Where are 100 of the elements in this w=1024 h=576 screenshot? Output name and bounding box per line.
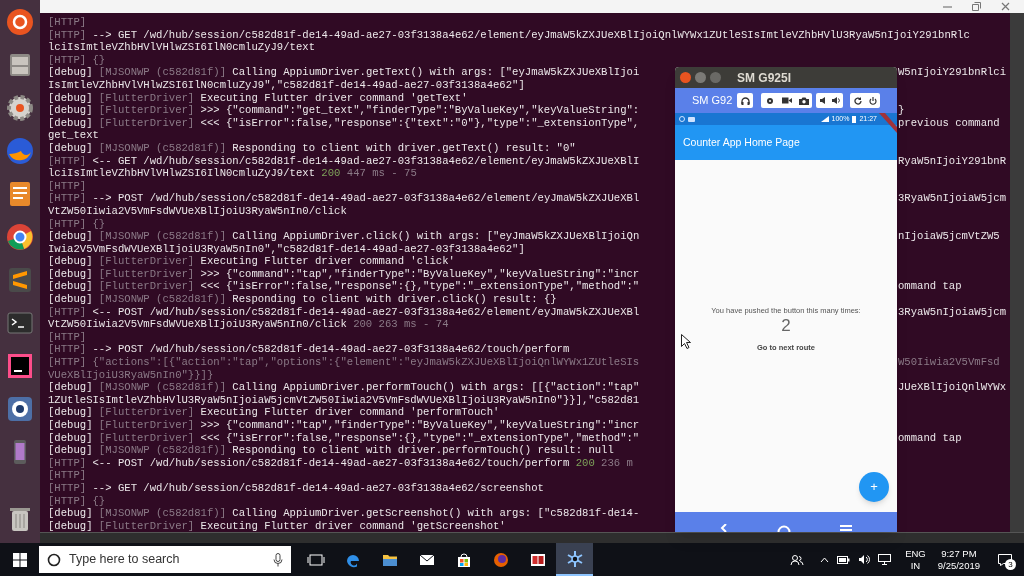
search-icon — [47, 552, 61, 567]
log-line: [debug] [MJSONWP (c582d81f)] Calling AppiumDriver.performTouch() with args: [[{"action":"tap" — [48, 381, 640, 394]
start-icon[interactable] — [13, 552, 27, 567]
scrollbar[interactable] — [1010, 13, 1024, 532]
log-line: [HTTP] --> GET /wd/hub/session/c582d81f-de14-49ad-ae27-03f3138a4e62/screenshot — [48, 481, 544, 494]
log-line: [HTTP] --> GET /wd/hub/session/c582d81f-de14-49ad-ae27-03f3138a4e62/element/eyJmaW5kZXJUeXBlIjoiQnlWYWx1ZUtleSIsImtleVZhbHVlU3RyaW5nIjoiY291bnRlc — [48, 28, 970, 41]
log-line: [HTTP] {} — [48, 494, 106, 507]
clock-time[interactable]: 9:27 PM — [941, 547, 977, 560]
log-line: lciIsImtleVZhbHVlVHlwZSI6IlN0cmluZyJ9/text — [48, 41, 315, 54]
debug-ribbon-icon — [879, 113, 897, 133]
log-line: [HTTP] <-- POST /wd/hub/session/c582d81f-de14-49ad-ae27-03f3138a4e62/touch/perform 200 236 m — [48, 456, 633, 469]
power-icon — [868, 96, 877, 105]
microphone-icon[interactable] — [273, 552, 283, 567]
device-label: SM G92 — [692, 93, 733, 109]
volume-icon — [831, 97, 841, 104]
log-line-fragment: previous command — [898, 116, 1000, 130]
log-line: [debug] [FlutterDriver] >>> {"command":"get_text","finderType":"ByValueKey","keyValueString": — [48, 104, 640, 117]
circle-logo-icon[interactable] — [4, 6, 36, 38]
browser-icon[interactable] — [4, 221, 36, 253]
log-line: [HTTP] {"actions":[{"action":"tap","options":{"element":"eyJmaW5kZXJUeXBlIjoiQnlWYWx1ZUtleSIs — [48, 356, 640, 369]
log-line: get_text — [48, 129, 99, 142]
log-line: [debug] [MJSONWP (c582d81f)] Responding to client with driver.getText() result: "0" — [48, 141, 576, 154]
volume-icon[interactable] — [858, 554, 871, 565]
network-icon[interactable] — [878, 554, 892, 565]
log-line-fragment: RyaW5nIjoiY291bnR — [898, 154, 1007, 168]
log-line: [debug] [FlutterDriver] Executing Flutter driver command 'performTouch' — [48, 406, 500, 419]
log-line: [debug] [FlutterDriver] <<< {"isError":false,"response":{"text":"0"},"type":"_extensionType", — [48, 116, 640, 129]
log-line: [debug] [MJSONWP (c582d81f)] Responding to client with driver.click() result: {} — [48, 293, 557, 306]
log-line: [debug] [FlutterDriver] >>> {"command":"tap","finderType":"ByValueKey","keyValueString":"incr — [48, 419, 640, 431]
menu-icon[interactable] — [840, 525, 853, 532]
log-line: [debug] [MJSONWP (c582d81f)] Calling AppiumDriver.getText() with args: ["eyJmaW5kZXJUeXBlIjoi — [48, 66, 640, 79]
log-line: [HTTP] <-- POST /wd/hub/session/c582d81f-de14-49ad-ae27-03f3138a4e62/element/eyJmaW5kZXJUeXBl — [48, 305, 640, 318]
window-title: SM G925I — [737, 69, 792, 87]
log-line-fragment: W50Iiwia2V5VmFsd — [898, 356, 1000, 369]
settings-icon — [765, 96, 774, 105]
headphones-button[interactable] — [737, 93, 753, 108]
log-line: [HTTP] <-- GET /wd/hub/session/c582d81f-de14-49ad-ae27-03f3138a4e62/element/eyJmaW5kZXJUeXBlI — [48, 154, 640, 167]
log-line: [HTTP] --> POST /wd/hub/session/c582d81f-de14-49ad-ae27-03f3138a4e62/element/eyJmaW5kZXJUeXBl — [48, 192, 640, 205]
log-line-fragment: ommand tap — [898, 431, 962, 445]
log-line: [debug] [FlutterDriver] >>> {"command":"tap","finderType":"ByValueKey","keyValueString":"incr — [48, 267, 640, 280]
log-line: [debug] [FlutterDriver] <<< {"isError":false,"response":{},"type":"_extensionType","method":" — [48, 431, 640, 444]
log-line-fragment: 3RyaW5nIjoiaW5jcm — [898, 192, 1007, 205]
close-icon[interactable] — [1001, 2, 1010, 11]
notification-count: 3 — [1005, 558, 1016, 570]
settings-icon[interactable] — [4, 92, 36, 124]
signal-icon — [820, 116, 829, 122]
language-label[interactable]: ENG — [905, 547, 926, 560]
people-icon[interactable] — [790, 553, 805, 566]
battery-icon[interactable] — [837, 555, 851, 564]
image-icon — [688, 116, 695, 122]
log-line-fragment: JUeXBlIjoiQnlWYWx — [898, 381, 1007, 394]
log-line-fragment: } — [898, 104, 905, 117]
snowflake-icon — [565, 549, 584, 568]
log-line: [HTTP] {} — [48, 53, 106, 66]
browser-icon — [491, 550, 510, 569]
speaker-icon — [819, 97, 826, 104]
log-line: VtZW50Iiwia2V5VmFsdWVUeXBlIjoiU3RyaW5nIn0/click 200 263 ms - 74 — [48, 318, 449, 331]
log-line: [debug] [MJSONWP (c582d81f)] Calling AppiumDriver.click() with args: ["eyJmaW5kZXJUeXBlIjoiQn — [48, 230, 640, 243]
notification-icon — [679, 116, 685, 122]
maximize-icon[interactable] — [972, 2, 981, 11]
headphones-icon — [740, 96, 750, 105]
log-line: [HTTP] --> POST /wd/hub/session/c582d81f-de14-49ad-ae27-03f3138a4e62/touch/perform — [48, 343, 570, 356]
log-line: [debug] [MJSONWP (c582d81f)] Responding to client with driver.performTouch() result: null — [48, 444, 614, 457]
log-line: IsImtleVZhbHVlVHlwZSI6IlN0cmluZyJ9","c582d81f-de14-49ad-ae27-03f3138a4e62"] — [48, 78, 525, 91]
counter-value: 2 — [781, 316, 791, 336]
log-line: Iwia2V5VmFsdWVUeXBlIjoiU3RyaW5nIn0","c582d81f-de14-49ad-ae27-03f3138a4e62"] — [48, 242, 525, 255]
cursor-icon — [681, 334, 691, 349]
minimize-button[interactable] — [695, 72, 706, 83]
app-bar-title: Counter App Home Page — [683, 134, 800, 150]
log-line: [HTTP] — [48, 469, 87, 482]
log-line: VtZW50Iiwia2V5VmFsdWVUeXBlIjoiU3RyaW5nIn0/click — [48, 204, 347, 217]
back-icon[interactable] — [719, 524, 728, 532]
log-line-fragment: ommand tap — [898, 280, 962, 294]
log-line: [debug] [FlutterDriver] <<< {"isError":false,"response":{},"type":"_extensionType","method":" — [48, 280, 640, 293]
log-line: VUeXBlIjoiU3RyaW5nIn0"}}]} — [48, 368, 214, 381]
search-field[interactable]: Type here to search — [39, 546, 291, 573]
log-line: [debug] [MJSONWP (c582d81f)] Calling AppiumDriver.getScreenshot() with args: ["c582d81f-de14- — [48, 507, 640, 520]
log-line-fragment: nIjoiaW5jcmVtZW5 — [898, 230, 1000, 243]
refresh-icon — [853, 96, 862, 105]
log-line: lciIsImtleVZhbHVlVHlwZSI6IlN0cmluZyJ9/text 200 447 ms - 75 — [48, 167, 417, 180]
log-line: [HTTP] — [48, 330, 87, 343]
search-input[interactable]: Type here to search — [69, 550, 265, 569]
home-icon[interactable] — [777, 525, 791, 532]
log-line: [HTTP] {} — [48, 217, 106, 230]
log-line: [HTTP] — [48, 179, 87, 192]
message-icon — [998, 553, 1012, 566]
clock-date[interactable]: 9/25/2019 — [937, 559, 980, 572]
camera-icon — [798, 96, 809, 105]
log-line: [debug] [FlutterDriver] Executing Flutter driver command 'click' — [48, 255, 455, 268]
log-line: [debug] [FlutterDriver] Executing Flutter driver command 'getText' — [48, 91, 468, 104]
log-line-fragment: W5nIjoiY291bnRlci — [898, 66, 1007, 79]
caret-up-icon[interactable] — [820, 556, 830, 563]
close-button[interactable] — [680, 72, 691, 83]
notification-button[interactable]: 3 — [994, 549, 1016, 570]
battery-icon — [852, 115, 857, 123]
log-line: [debug] [FlutterDriver] Executing Flutter driver command 'getScreenshot' — [48, 519, 506, 532]
log-line-fragment: 3RyaW5nIjoiaW5jcm — [898, 305, 1007, 319]
browser-icon[interactable] — [4, 135, 36, 167]
log-line: [HTTP] — [48, 16, 87, 28]
region-label[interactable]: IN — [910, 559, 921, 572]
